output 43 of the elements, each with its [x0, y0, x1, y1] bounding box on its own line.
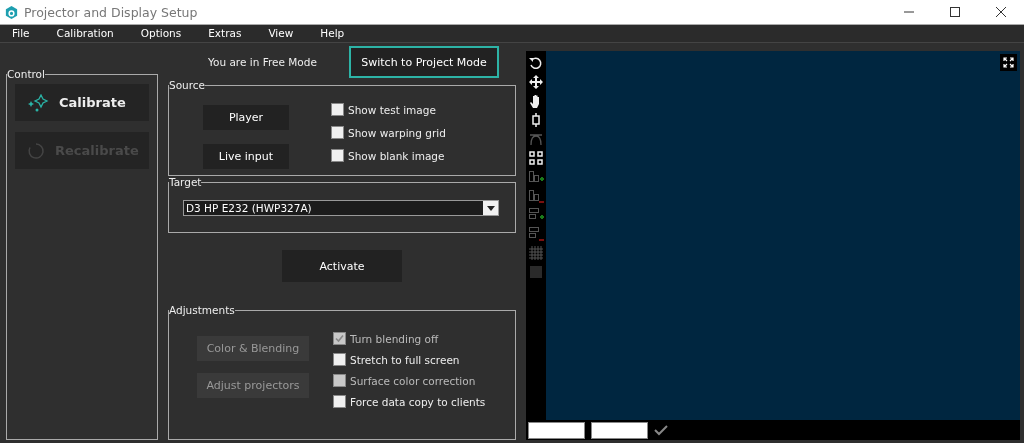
checkbox[interactable] [333, 353, 346, 366]
window-title: Projector and Display Setup [24, 4, 198, 20]
activate-button[interactable]: Activate [282, 250, 402, 282]
checkbox[interactable] [331, 126, 344, 139]
refresh-icon [27, 141, 45, 160]
menu-item[interactable]: Help [314, 25, 354, 42]
checkbox[interactable] [331, 149, 344, 162]
fullscreen-button[interactable] [1000, 54, 1017, 71]
checkbox-label: Force data copy to clients [350, 395, 486, 408]
input-field[interactable] [528, 421, 585, 439]
sparkle-icon [27, 93, 49, 112]
close-icon [996, 7, 1006, 17]
check-icon[interactable] [654, 424, 668, 436]
maximize-icon [950, 7, 960, 17]
app-icon [4, 4, 19, 20]
checkbox-label: Stretch to full screen [350, 353, 460, 366]
undo-icon[interactable] [528, 55, 544, 71]
checkbox[interactable] [331, 103, 344, 116]
source-button[interactable]: Live input [203, 144, 289, 169]
calibrate-button[interactable]: Calibrate [15, 84, 149, 121]
checkbox-label: Show test image [348, 103, 436, 116]
checkbox[interactable] [333, 395, 346, 408]
group-title: Control [7, 68, 45, 80]
checkbox-label: Show warping grid [348, 126, 446, 139]
mode-status: You are in Free Mode [208, 56, 317, 68]
grid-icon[interactable] [528, 150, 544, 166]
menu-item[interactable]: Options [134, 25, 191, 42]
input-field[interactable] [591, 421, 648, 439]
caret-icon [486, 205, 495, 211]
menu-item[interactable]: View [262, 25, 303, 42]
source-button[interactable]: Player [203, 105, 289, 130]
checkbox-label: Turn blending off [350, 332, 439, 345]
menu-item[interactable]: Extras [202, 25, 251, 42]
group-title: Adjustments [169, 304, 235, 316]
target-dropdown[interactable]: D3 HP E232 (HWP327A) [183, 200, 499, 216]
menu-item[interactable]: File [6, 25, 39, 42]
group-title: Target [169, 176, 202, 188]
group-title: Source [169, 79, 206, 91]
menu-item[interactable]: Calibration [50, 25, 123, 42]
checkbox-label: Surface color correction [350, 374, 476, 387]
move-icon[interactable] [528, 74, 544, 90]
switch-mode-button[interactable]: Switch to Project Mode [349, 46, 499, 78]
checkbox-label: Show blank image [348, 149, 445, 162]
